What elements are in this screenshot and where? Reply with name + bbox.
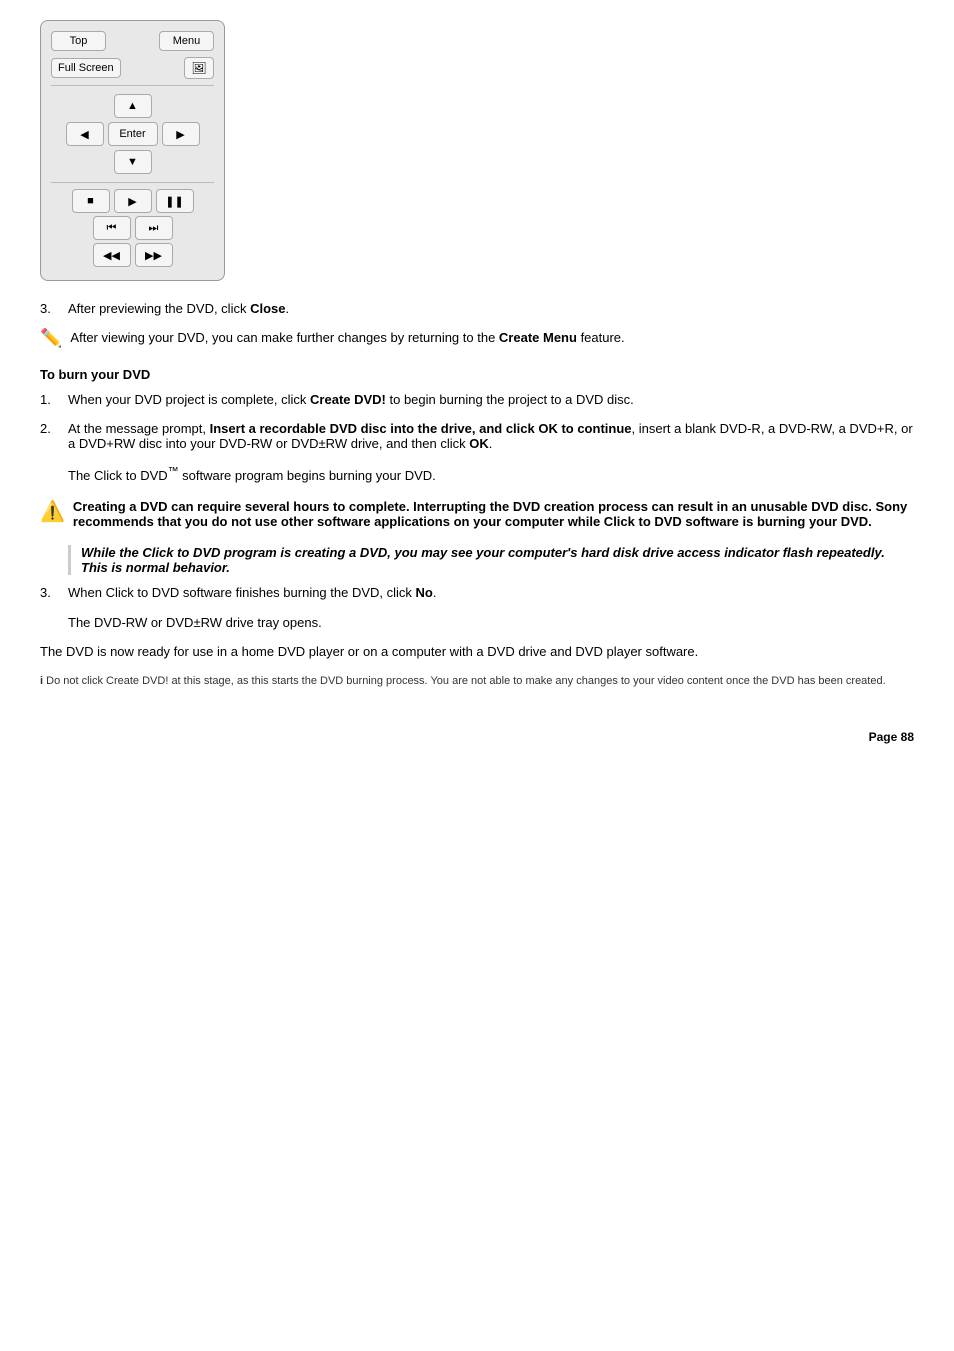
nav-cross: ▲ ◀ Enter ▶ ▼ — [51, 92, 214, 176]
btn-next-chapter[interactable]: ⏭ — [135, 216, 173, 240]
btn-right[interactable]: ▶ — [162, 122, 200, 146]
btn-fast-forward[interactable]: ▶▶ — [135, 243, 173, 267]
btn-stop[interactable]: ■ — [72, 189, 110, 213]
warning-icon: ⚠️ — [40, 499, 65, 524]
transport-row-3: ◀◀ ▶▶ — [51, 243, 214, 267]
burn-step-1-content: When your DVD project is complete, click… — [68, 392, 914, 407]
dvd-remote-control: Top Menu Full Screen 🖼 ▲ ◀ Enter ▶ ▼ ■ ▶… — [40, 20, 225, 281]
page-number: Page 88 — [40, 730, 914, 744]
note-content: After viewing your DVD, you can make fur… — [70, 330, 624, 345]
note-bold: Create Menu — [499, 330, 577, 345]
transport-row-1: ■ ▶ ❚❚ — [51, 189, 214, 213]
burn-step-2: 2. At the message prompt, Insert a recor… — [40, 421, 914, 483]
step-3-after-dvd: 3. After previewing the DVD, click Close… — [40, 301, 914, 316]
btn-prev-chapter[interactable]: ⏮ — [93, 216, 131, 240]
btn-left[interactable]: ◀ — [66, 122, 104, 146]
note-text: After viewing your DVD, you can make fur… — [70, 330, 499, 345]
final-note: The DVD is now ready for use in a home D… — [40, 644, 914, 659]
transport-row-2: ⏮ ⏭ — [51, 216, 214, 240]
step-3-number: 3. — [40, 301, 68, 316]
burn-step-3-end: . — [433, 585, 437, 600]
btn-enter[interactable]: Enter — [108, 122, 158, 146]
btn-up[interactable]: ▲ — [114, 94, 152, 118]
burn-step-1-bold: Create DVD! — [310, 392, 386, 407]
btn-down[interactable]: ▼ — [114, 150, 152, 174]
small-note-text: Do not click Create DVD! at this stage, … — [46, 675, 886, 687]
burn-step-3-text: When Click to DVD software finishes burn… — [68, 585, 416, 600]
small-note: i Do not click Create DVD! at this stage… — [40, 673, 914, 690]
nav-up-row: ▲ — [114, 94, 152, 118]
burn-steps-list: 1. When your DVD project is complete, cl… — [40, 392, 914, 483]
nav-middle-row: ◀ Enter ▶ — [66, 122, 200, 146]
step-3-bold: Close — [250, 301, 285, 316]
btn-play[interactable]: ▶ — [114, 189, 152, 213]
burn-step-1: 1. When your DVD project is complete, cl… — [40, 392, 914, 407]
section-title-burn-dvd: To burn your DVD — [40, 367, 914, 382]
remote-fullscreen-row: Full Screen 🖼 — [51, 57, 214, 79]
step-3-text: After previewing the DVD, click — [68, 301, 250, 316]
burn-step-2-bold: Insert a recordable DVD disc into the dr… — [210, 421, 632, 436]
burn-step-3: 3. When Click to DVD software finishes b… — [40, 585, 914, 630]
burn-step-2-ok: OK — [469, 436, 489, 451]
btn-rewind[interactable]: ◀◀ — [93, 243, 131, 267]
burn-step-2-sub: The Click to DVD™ software program begin… — [68, 468, 436, 483]
burn-step-3-number: 3. — [40, 585, 68, 630]
burn-step-3-sub: The DVD-RW or DVD±RW drive tray opens. — [68, 615, 322, 630]
note-icon: ✏️ — [40, 328, 62, 349]
remote-top-row: Top Menu — [51, 31, 214, 51]
note-box: ✏️ After viewing your DVD, you can make … — [40, 330, 914, 349]
warning-box: ⚠️ Creating a DVD can require several ho… — [40, 499, 914, 529]
step-3-content: After previewing the DVD, click Close. — [68, 301, 914, 316]
remote-separator-1 — [51, 85, 214, 86]
step-3-end: . — [285, 301, 289, 316]
small-note-icon: i — [40, 675, 43, 687]
burn-step-3-content: When Click to DVD software finishes burn… — [68, 585, 914, 630]
burn-step-3-bold: No — [416, 585, 433, 600]
nav-down-row: ▼ — [114, 150, 152, 174]
burn-step-2-content: At the message prompt, Insert a recordab… — [68, 421, 914, 483]
btn-top[interactable]: Top — [51, 31, 106, 51]
btn-fullscreen[interactable]: Full Screen — [51, 58, 121, 78]
burn-step-2-number: 2. — [40, 421, 68, 483]
remote-separator-2 — [51, 182, 214, 183]
info-indented-box: While the Click to DVD program is creati… — [68, 545, 914, 575]
btn-screenshot[interactable]: 🖼 — [184, 57, 214, 79]
note-end: feature. — [577, 330, 625, 345]
warning-text: Creating a DVD can require several hours… — [73, 499, 914, 529]
burn-step-1-number: 1. — [40, 392, 68, 407]
btn-menu[interactable]: Menu — [159, 31, 214, 51]
info-indented-text: While the Click to DVD program is creati… — [81, 545, 885, 575]
btn-pause[interactable]: ❚❚ — [156, 189, 194, 213]
